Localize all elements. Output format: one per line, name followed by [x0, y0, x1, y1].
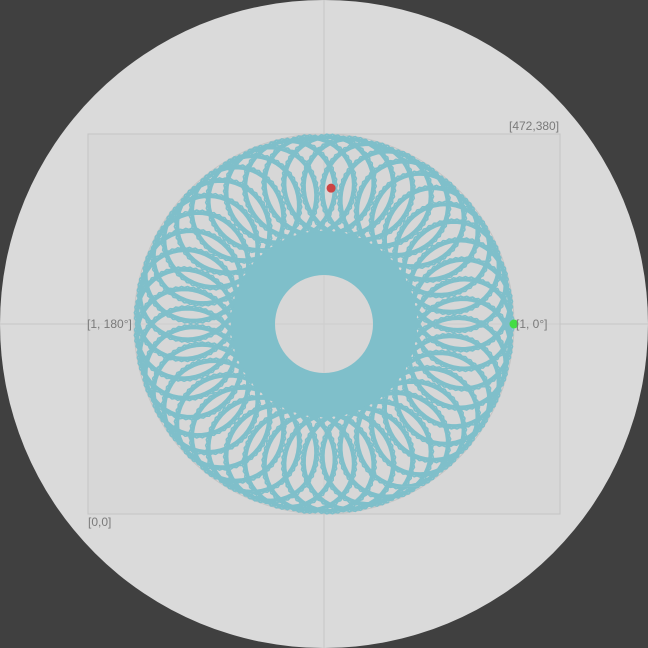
bottom-left-corner-label: [0,0]: [88, 515, 112, 529]
right-axis-label: [1, 0°]: [516, 317, 548, 331]
polar-canvas: [472,380] [0,0] [1, 180°] [1, 0°]: [0, 0, 648, 648]
top-right-corner-label: [472,380]: [509, 119, 560, 133]
red-marker[interactable]: [326, 183, 336, 193]
left-axis-label: [1, 180°]: [87, 317, 132, 331]
